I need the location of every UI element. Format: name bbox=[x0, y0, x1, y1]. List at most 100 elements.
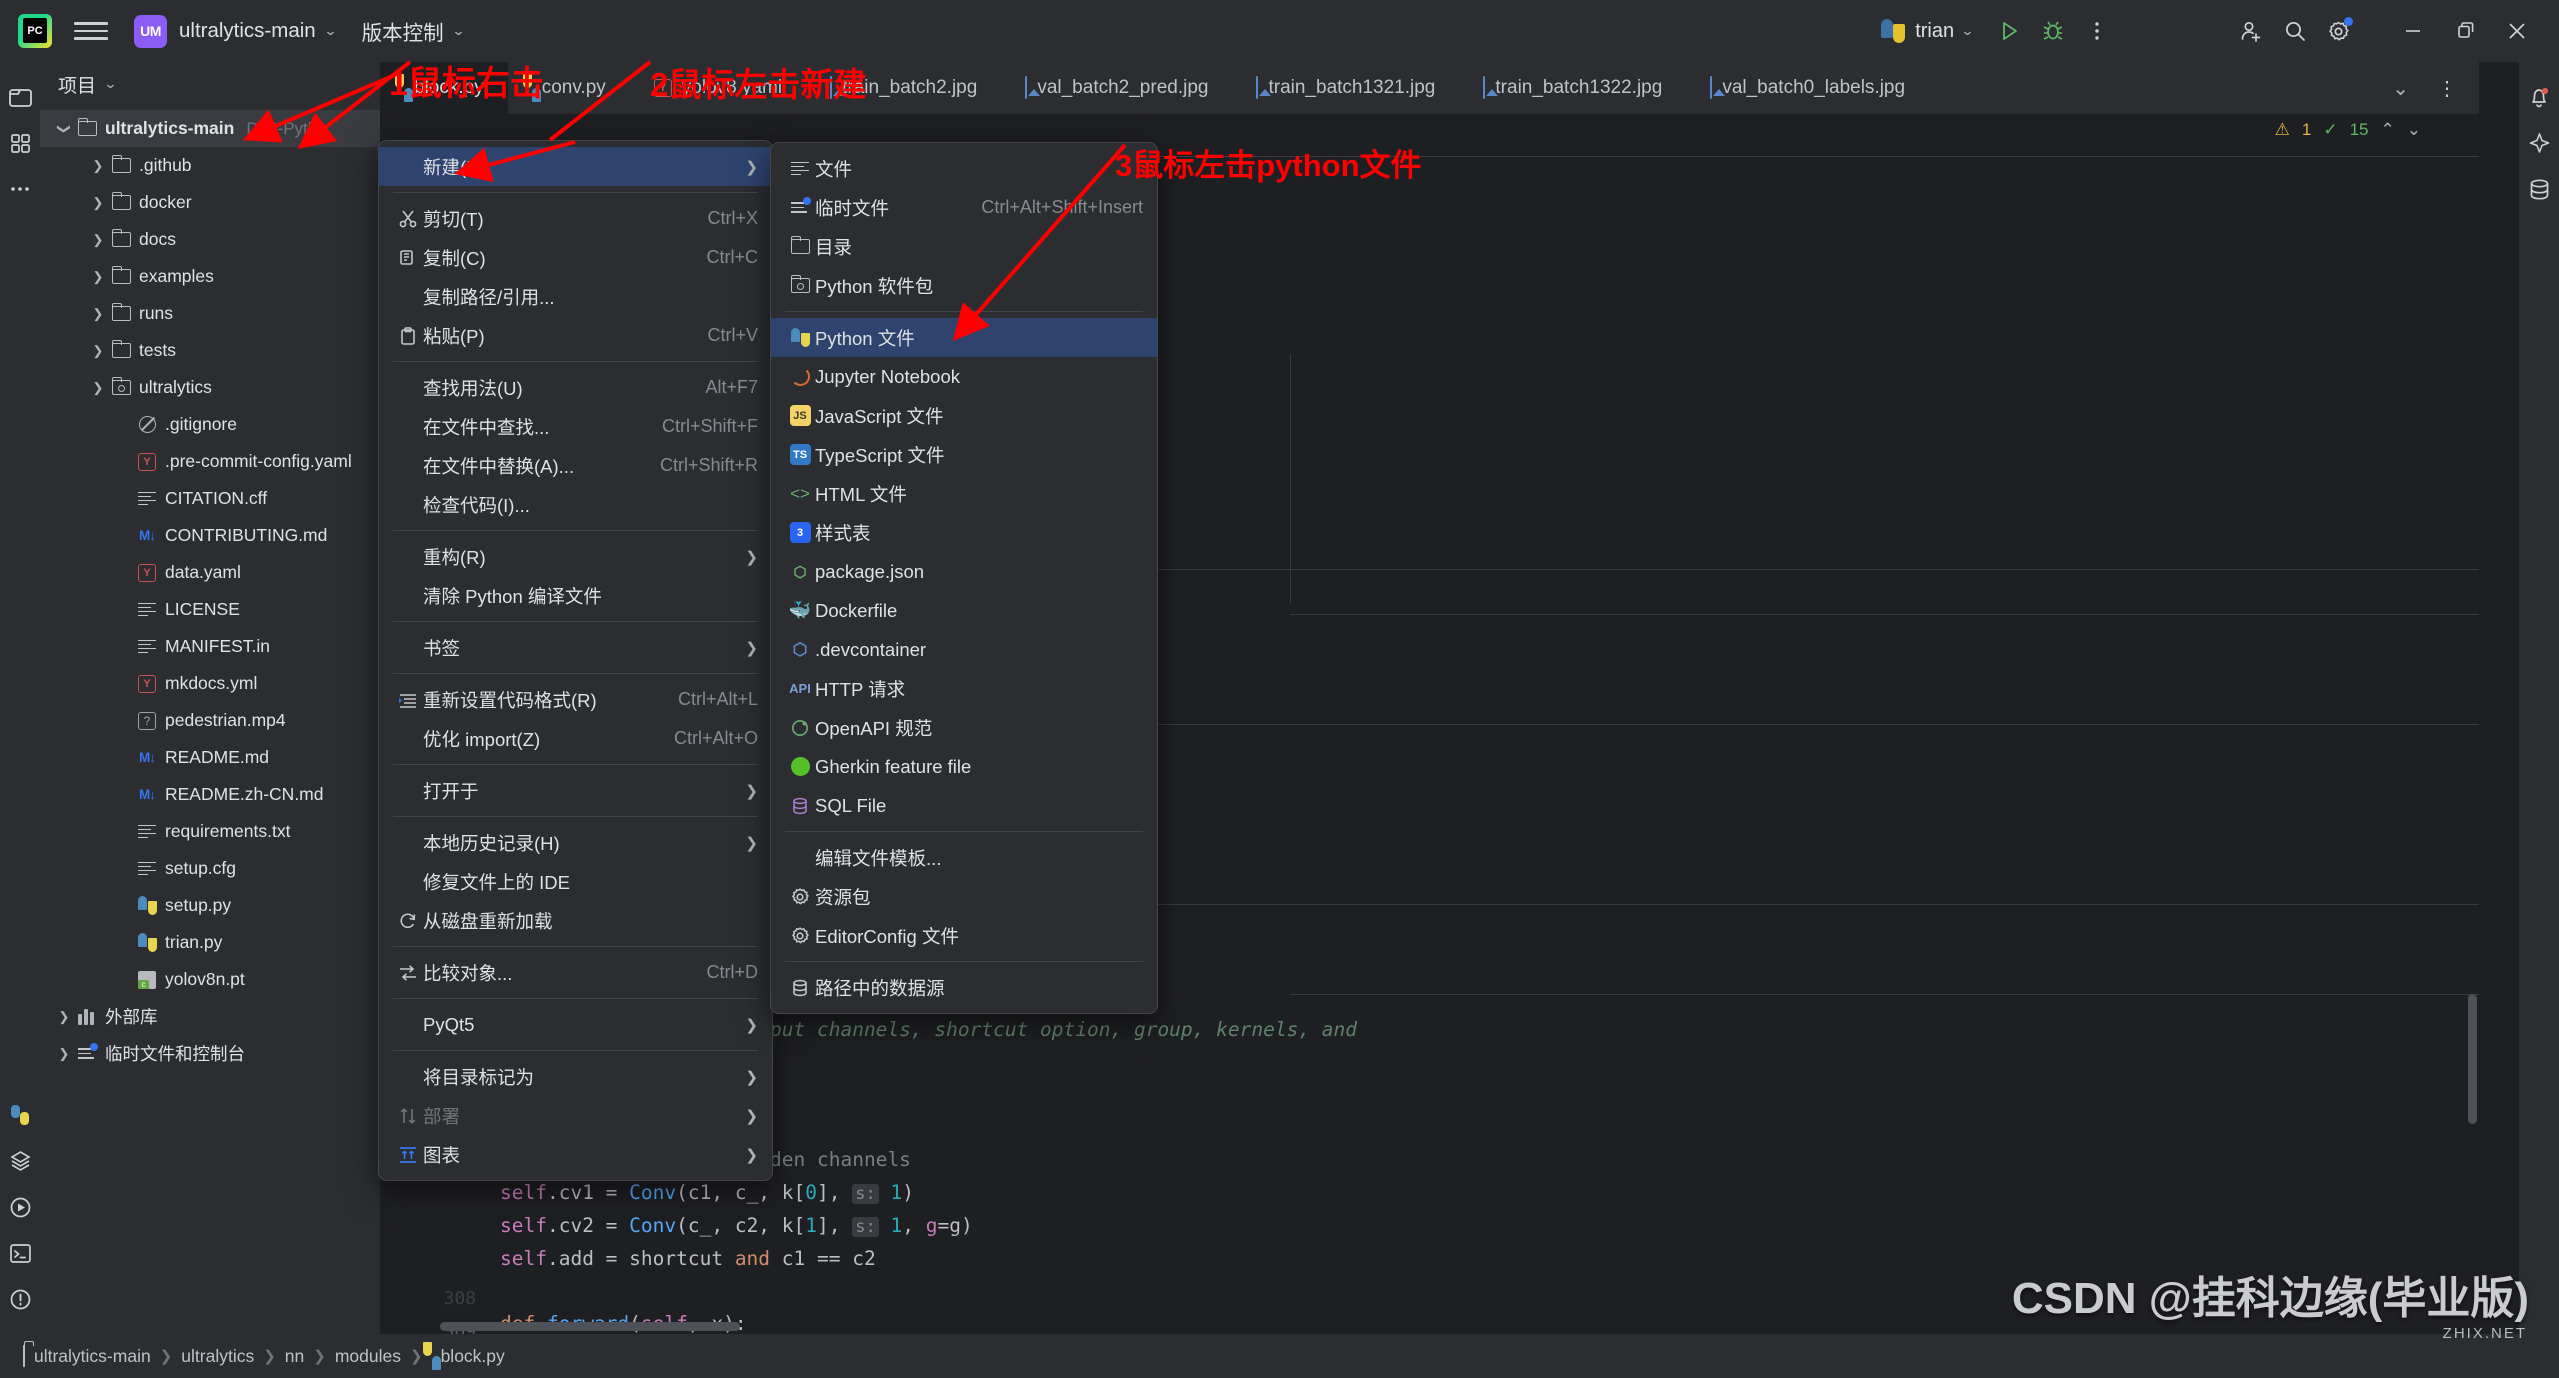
tree-node----[interactable]: ❯外部库 bbox=[40, 998, 380, 1035]
project-file-tree[interactable]: ❯ultralytics-mainD:\2-Pyth❯.github❯docke… bbox=[40, 106, 380, 1072]
breadcrumb-item[interactable]: nn bbox=[276, 1346, 313, 1367]
tree-node-ultralytics-main[interactable]: ❯ultralytics-mainD:\2-Pyth bbox=[40, 110, 380, 147]
settings-icon[interactable] bbox=[2317, 9, 2361, 53]
menu-item--------h-[interactable]: 本地历史记录(H)❯ bbox=[379, 823, 772, 862]
menu-item-javascript---[interactable]: JSJavaScript 文件 bbox=[771, 396, 1157, 435]
tree-node-tests[interactable]: ❯tests bbox=[40, 332, 380, 369]
tree-node-setup.cfg[interactable]: setup.cfg bbox=[40, 850, 380, 887]
menu-item----[interactable]: 打开于❯ bbox=[379, 771, 772, 810]
tree-node-trian.py[interactable]: trian.py bbox=[40, 924, 380, 961]
chevron-down-icon[interactable]: ⌄ bbox=[103, 76, 117, 92]
editor-horizontal-scrollbar[interactable] bbox=[440, 1322, 740, 1331]
tab-more-actions-icon[interactable]: ⋮ bbox=[2425, 76, 2469, 101]
tree-node-citation.cff[interactable]: CITATION.cff bbox=[40, 480, 380, 517]
menu-item-gherkin-feature-file[interactable]: Gherkin feature file bbox=[771, 747, 1157, 786]
tree-node-readme.md[interactable]: M↓README.md bbox=[40, 739, 380, 776]
chevron-down-icon[interactable]: ⌄ bbox=[1960, 23, 1974, 39]
menu-item-sql-file[interactable]: SQL File bbox=[771, 786, 1157, 825]
run-tool-window-icon[interactable] bbox=[0, 1184, 40, 1230]
chevron-right-icon[interactable]: ❯ bbox=[88, 158, 108, 174]
menu-item---[interactable]: 目录 bbox=[771, 227, 1157, 266]
menu-item----r-[interactable]: 重构(R)❯ bbox=[379, 537, 772, 576]
menu-item----[interactable]: 资源包 bbox=[771, 877, 1157, 916]
new-file-submenu[interactable]: 文件临时文件Ctrl+Alt+Shift+Insert目录Python 软件包P… bbox=[770, 142, 1158, 1014]
debug-icon[interactable] bbox=[2031, 9, 2075, 53]
menu-item---[interactable]: 书签❯ bbox=[379, 628, 772, 667]
menu-item----------r-[interactable]: 重新设置代码格式(R)Ctrl+Alt+L bbox=[379, 680, 772, 719]
menu-item--------...[interactable]: 复制路径/引用... bbox=[379, 277, 772, 316]
run-icon[interactable] bbox=[1987, 9, 2031, 53]
menu-item---[interactable]: 文件 bbox=[771, 149, 1157, 188]
tree-node-runs[interactable]: ❯runs bbox=[40, 295, 380, 332]
tree-node-setup.py[interactable]: setup.py bbox=[40, 887, 380, 924]
tree-node-.gitignore[interactable]: .gitignore bbox=[40, 406, 380, 443]
breadcrumb-item[interactable]: modules bbox=[326, 1346, 410, 1367]
tree-node-contributing.md[interactable]: M↓CONTRIBUTING.md bbox=[40, 517, 380, 554]
menu-item-----...[interactable]: 比较对象...Ctrl+D bbox=[379, 953, 772, 992]
chevron-right-icon[interactable]: ❯ bbox=[88, 343, 108, 359]
database-icon[interactable] bbox=[2519, 166, 2559, 212]
editor-tab-train-batch1321-jpg[interactable]: train_batch1321.jpg bbox=[1232, 62, 1459, 114]
more-tool-windows-icon[interactable] bbox=[0, 166, 40, 212]
menu-item-html---[interactable]: <>HTML 文件 bbox=[771, 474, 1157, 513]
breadcrumb-item[interactable]: block.py bbox=[423, 1346, 514, 1367]
tree-node-examples[interactable]: ❯examples bbox=[40, 258, 380, 295]
chevron-down-icon[interactable]: ❯ bbox=[56, 119, 72, 139]
tree-node-data.yaml[interactable]: Ydata.yaml bbox=[40, 554, 380, 591]
menu-item-http---[interactable]: APIHTTP 请求 bbox=[771, 669, 1157, 708]
problems-icon[interactable] bbox=[0, 1276, 40, 1322]
menu-item--------[interactable]: 从磁盘重新加载 bbox=[379, 901, 772, 940]
menu-item---[interactable]: 图表❯ bbox=[379, 1135, 772, 1174]
menu-item----python-----[interactable]: 清除 Python 编译文件 bbox=[379, 576, 772, 615]
menu-item----import-z-[interactable]: 优化 import(Z)Ctrl+Alt+O bbox=[379, 719, 772, 758]
file-context-menu[interactable]: 新建(N)❯ 剪切(T)Ctrl+X复制(C)Ctrl+C复制路径/引用...粘贴… bbox=[378, 140, 773, 1181]
editor-tab-val-batch2-pred-jpg[interactable]: val_batch2_pred.jpg bbox=[1001, 62, 1232, 114]
chevron-right-icon[interactable]: ❯ bbox=[88, 306, 108, 322]
tree-node-ultralytics[interactable]: ❯ultralytics bbox=[40, 369, 380, 406]
project-pane-header[interactable]: 项目 ⌄ bbox=[40, 62, 380, 106]
tree-node-yolov8n.pt[interactable]: yolov8n.pt bbox=[40, 961, 380, 998]
breadcrumb-item[interactable]: ultralytics-main bbox=[14, 1346, 160, 1367]
editor-tab-train-batch1322-jpg[interactable]: train_batch1322.jpg bbox=[1459, 62, 1686, 114]
more-actions-icon[interactable] bbox=[2075, 9, 2119, 53]
menu-item-typescript---[interactable]: TSTypeScript 文件 bbox=[771, 435, 1157, 474]
menu-item-------[interactable]: 将目录标记为❯ bbox=[379, 1057, 772, 1096]
project-tool-window-icon[interactable] bbox=[0, 74, 40, 120]
menu-item-.devcontainer[interactable]: ⬡.devcontainer bbox=[771, 630, 1157, 669]
main-menu-icon[interactable] bbox=[74, 14, 108, 48]
chevron-right-icon[interactable]: ❯ bbox=[54, 1009, 74, 1025]
editor-vertical-scrollbar[interactable] bbox=[2468, 994, 2477, 1124]
tree-node-mkdocs.yml[interactable]: Ymkdocs.yml bbox=[40, 665, 380, 702]
python-console-icon[interactable] bbox=[0, 1092, 40, 1138]
chevron-right-icon[interactable]: ❯ bbox=[88, 195, 108, 211]
notifications-icon[interactable] bbox=[2519, 74, 2559, 120]
menu-item----n-[interactable]: 新建(N)❯ bbox=[379, 147, 772, 186]
run-configuration-label[interactable]: trian bbox=[1915, 20, 1954, 43]
tab-list-chevron-icon[interactable]: ⌄ bbox=[2380, 76, 2421, 101]
chevron-right-icon[interactable]: ❯ bbox=[54, 1046, 74, 1062]
structure-tool-window-icon[interactable] bbox=[0, 120, 40, 166]
menu-item-python----[interactable]: Python 软件包 bbox=[771, 266, 1157, 305]
menu-item----p-[interactable]: 粘贴(P)Ctrl+V bbox=[379, 316, 772, 355]
tree-node-pedestrian.mp4[interactable]: ?pedestrian.mp4 bbox=[40, 702, 380, 739]
chevron-down-icon[interactable]: ⌄ bbox=[451, 23, 465, 39]
tree-node-readme.zh-cn.md[interactable]: M↓README.zh-CN.md bbox=[40, 776, 380, 813]
project-name[interactable]: ultralytics-main bbox=[179, 19, 316, 43]
minimize-button[interactable] bbox=[2387, 0, 2439, 62]
add-user-icon[interactable] bbox=[2229, 9, 2273, 53]
menu-item-package.json[interactable]: ⬡package.json bbox=[771, 552, 1157, 591]
tree-node-manifest.in[interactable]: MANIFEST.in bbox=[40, 628, 380, 665]
menu-item--------[interactable]: 路径中的数据源 bbox=[771, 968, 1157, 1007]
tree-node-docker[interactable]: ❯docker bbox=[40, 184, 380, 221]
menu-item----c-[interactable]: 复制(C)Ctrl+C bbox=[379, 238, 772, 277]
ai-assistant-icon[interactable] bbox=[2519, 120, 2559, 166]
tree-node-.github[interactable]: ❯.github bbox=[40, 147, 380, 184]
menu-item----t-[interactable]: 剪切(T)Ctrl+X bbox=[379, 199, 772, 238]
menu-item--------ide[interactable]: 修复文件上的 IDE bbox=[379, 862, 772, 901]
tree-node-requirements.txt[interactable]: requirements.txt bbox=[40, 813, 380, 850]
terminal-icon[interactable] bbox=[0, 1230, 40, 1276]
editor-tab-val-batch0-labels-jpg[interactable]: val_batch0_labels.jpg bbox=[1686, 62, 1929, 114]
menu-item----[interactable]: 3样式表 bbox=[771, 513, 1157, 552]
menu-item-openapi---[interactable]: OpenAPI 规范 bbox=[771, 708, 1157, 747]
menu-item-------...[interactable]: 编辑文件模板... bbox=[771, 838, 1157, 877]
